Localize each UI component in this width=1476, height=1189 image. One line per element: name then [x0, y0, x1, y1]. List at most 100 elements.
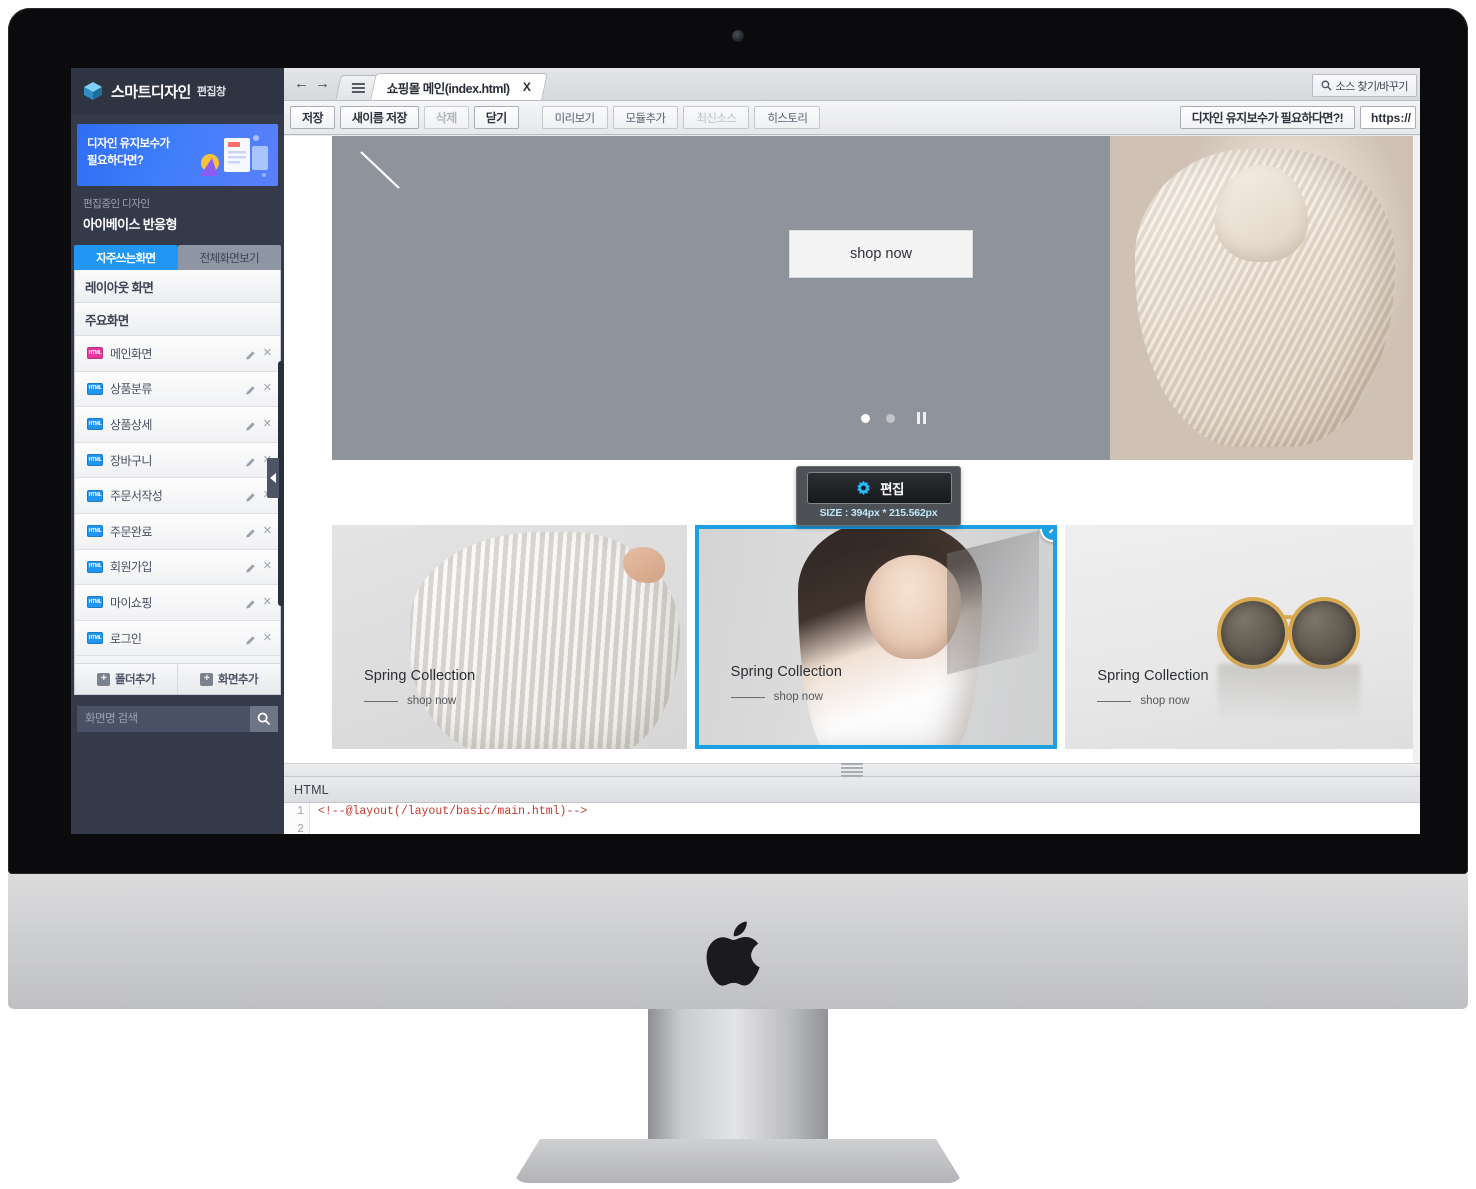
close-button[interactable]: 닫기: [473, 106, 519, 129]
list-item-label: 로그인: [110, 631, 142, 646]
hero-shop-now-button[interactable]: shop now: [789, 230, 973, 278]
editing-design-block: 편집중인 디자인 아이베이스 반응형: [71, 186, 284, 245]
pencil-icon[interactable]: [245, 383, 256, 395]
add-folder-button[interactable]: + 폴더추가: [75, 664, 177, 694]
pencil-icon[interactable]: [245, 348, 256, 360]
tree-section-main[interactable]: 주요화면: [75, 303, 280, 336]
card-title: Spring Collection: [730, 664, 842, 680]
html-file-icon: HTML: [87, 525, 103, 538]
tree-section-layout[interactable]: 레이아웃 화면: [75, 270, 280, 303]
screen-content: 스마트디자인 편집창 디자인 유지보수가 필요하다면? 편집중인 디자인 아이베…: [71, 68, 1420, 834]
preview-scrollbar[interactable]: [1413, 136, 1420, 763]
delete-button[interactable]: 삭제: [423, 106, 469, 129]
card-shop-now-link[interactable]: shop now: [730, 691, 842, 703]
card-image: [332, 525, 687, 749]
list-item[interactable]: HTML 회원가입 ✕: [75, 549, 280, 586]
add-module-button[interactable]: 모듈추가: [612, 106, 679, 129]
list-item[interactable]: HTML 주문완료 ✕: [75, 513, 280, 550]
toolbar: 저장 새이름 저장 삭제 닫기 미리보기 모듈추가 최신소스 히스토리 디자인 …: [284, 101, 1420, 135]
add-folder-label: 폴더추가: [115, 674, 156, 686]
html-file-icon: HTML: [87, 418, 103, 431]
find-replace-label: 소스 찾기/바꾸기: [1335, 80, 1409, 93]
divider: [730, 696, 765, 698]
card-shop-now-link[interactable]: shop now: [364, 695, 475, 707]
search-button[interactable]: [250, 706, 278, 732]
promo-illustration-icon: [194, 130, 272, 180]
cube-icon: [83, 81, 103, 101]
promo-banner[interactable]: 디자인 유지보수가 필요하다면?: [77, 124, 278, 186]
card-woman-portrait-selected[interactable]: Spring Collection shop now ✕: [694, 525, 1058, 749]
search-input[interactable]: [77, 706, 250, 732]
card-shop-now-link[interactable]: shop now: [1097, 695, 1208, 707]
pencil-icon[interactable]: [245, 419, 256, 431]
editing-label: 편집중인 디자인: [83, 198, 150, 210]
html-file-icon: HTML: [87, 489, 103, 502]
resize-grip-icon: [841, 763, 863, 777]
close-icon[interactable]: ✕: [263, 525, 272, 537]
arrow-left-icon[interactable]: ←: [294, 75, 309, 92]
close-icon[interactable]: ✕: [263, 383, 272, 394]
save-button[interactable]: 저장: [290, 106, 335, 129]
toolbar-right: 디자인 유지보수가 필요하다면?! https://: [1175, 106, 1416, 129]
card-shop-now-label: shop now: [407, 695, 457, 707]
card-knit-sweater[interactable]: Spring Collection shop now: [332, 525, 687, 749]
arrow-right-icon[interactable]: →: [315, 75, 330, 92]
pencil-icon[interactable]: [245, 561, 256, 573]
pause-icon[interactable]: [917, 412, 926, 424]
divider: [1097, 700, 1132, 702]
save-as-button[interactable]: 새이름 저장: [339, 106, 419, 129]
glasses-lens-left: [1221, 601, 1286, 666]
list-icon: [351, 83, 365, 93]
latest-source-button[interactable]: 최신소스: [683, 106, 750, 129]
carousel-dot-2[interactable]: [886, 413, 895, 423]
carousel-dot-1[interactable]: [861, 413, 870, 423]
chevron-left-icon[interactable]: [267, 458, 279, 498]
list-item[interactable]: HTML 상품분류 ✕: [75, 371, 280, 408]
pencil-icon[interactable]: [245, 526, 256, 538]
maintenance-promo-button[interactable]: 디자인 유지보수가 필요하다면?!: [1179, 106, 1355, 129]
add-screen-button[interactable]: + 화면추가: [177, 664, 280, 694]
close-icon[interactable]: ✕: [263, 596, 272, 608]
code-lines: <!--@layout(/layout/basic/main.html)--> …: [310, 803, 711, 834]
html-file-icon: HTML: [87, 632, 103, 645]
tab-label: 쇼핑몰 메인(index.html): [386, 81, 510, 96]
history-button[interactable]: 히스토리: [754, 106, 821, 129]
tab-all-screens[interactable]: 전체화면보기: [177, 245, 281, 270]
card-row: Spring Collection shop now Spring Collec…: [332, 525, 1420, 750]
url-field[interactable]: https://: [1360, 106, 1416, 129]
tab-shopping-mall-main[interactable]: 쇼핑몰 메인(index.html) X: [370, 73, 548, 100]
gear-icon: [857, 480, 870, 495]
close-icon[interactable]: X: [523, 80, 531, 94]
pencil-icon[interactable]: [245, 597, 256, 609]
close-icon[interactable]: ✕: [263, 561, 272, 572]
list-item[interactable]: HTML 마이쇼핑 ✕: [75, 585, 280, 621]
sidebar: 스마트디자인 편집창 디자인 유지보수가 필요하다면? 편집중인 디자인 아이베…: [71, 68, 284, 834]
promo-line-2: 필요하다면?: [87, 154, 144, 167]
pencil-icon[interactable]: [245, 490, 256, 502]
panel-splitter[interactable]: [284, 763, 1420, 777]
close-icon[interactable]: ✕: [263, 347, 272, 359]
tab-frequently-used[interactable]: 자주쓰는화면: [74, 245, 178, 270]
tab-strip: ← → 쇼핑몰 메인(index.html) X 소스 찾기/바꾸기: [284, 68, 1420, 101]
close-icon[interactable]: ✕: [263, 632, 272, 644]
code-editor[interactable]: 1 2 3 4 5 <!--@layout(/layout/basic/main…: [284, 803, 1420, 834]
edit-module-button[interactable]: 편집: [807, 472, 952, 504]
list-item-label: 장바구니: [110, 453, 152, 468]
pencil-icon[interactable]: [245, 633, 256, 645]
webcam: [732, 30, 744, 42]
preview-button[interactable]: 미리보기: [541, 106, 608, 129]
pencil-icon[interactable]: [245, 455, 256, 467]
line-number: 1: [297, 805, 304, 818]
divider: [364, 700, 398, 702]
close-icon[interactable]: ✕: [263, 418, 272, 430]
list-item[interactable]: HTML 로그인 ✕: [75, 620, 280, 657]
html-file-icon: HTML: [87, 560, 103, 573]
list-item[interactable]: HTML 주문서작성 ✕: [75, 478, 280, 514]
find-replace-button[interactable]: 소스 찾기/바꾸기: [1311, 74, 1417, 97]
list-item[interactable]: HTML 상품상세 ✕: [75, 407, 280, 443]
module-edit-overlay: 편집 SIZE : 394px * 215.562px: [796, 466, 961, 526]
card-sunglasses[interactable]: Spring Collection shop now: [1065, 525, 1420, 749]
list-item[interactable]: HTML 장바구니 ✕: [75, 442, 280, 479]
list-item[interactable]: HTML 메인화면 ✕: [75, 336, 280, 372]
